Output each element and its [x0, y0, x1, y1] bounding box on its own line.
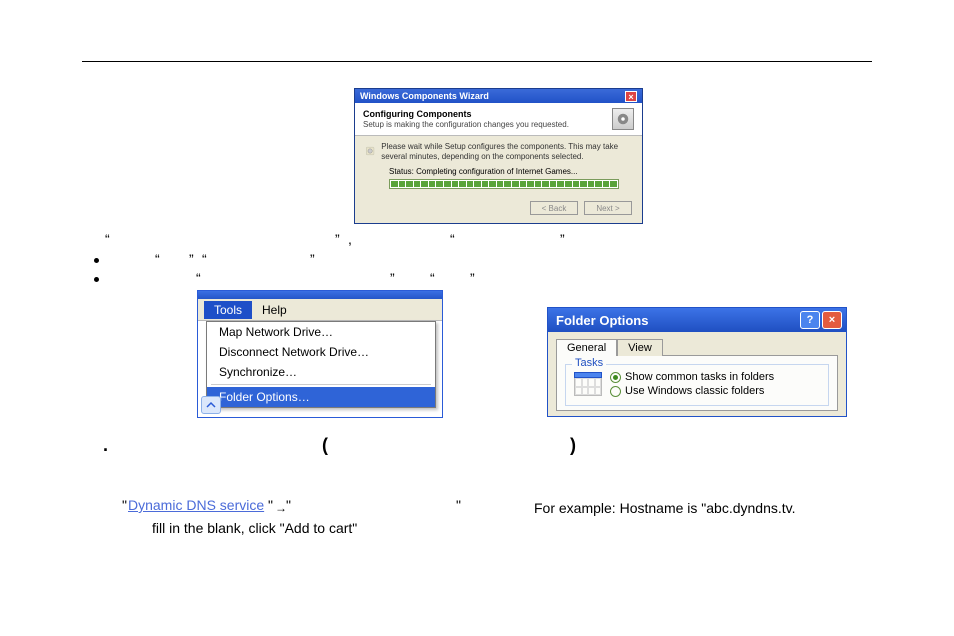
tools-menu-screenshot: Tools Help Map Network Drive… Disconnect…	[197, 290, 443, 418]
section-dot: .	[103, 435, 108, 456]
quote-mark: ”	[390, 270, 395, 286]
quote-mark: "	[456, 497, 461, 513]
tab-strip: General View	[556, 338, 838, 355]
wizard-header: Configuring Components Setup is making t…	[355, 103, 642, 136]
folder-options-title: Folder Options	[556, 313, 648, 328]
progress-bar	[389, 179, 619, 189]
quote-mark: “	[196, 270, 201, 286]
paren-close: )	[570, 435, 576, 456]
chevron-up-icon[interactable]	[201, 396, 221, 414]
radio-label-common: Show common tasks in folders	[625, 371, 774, 383]
close-icon[interactable]: ×	[625, 91, 637, 102]
radio-classic-folders[interactable]: Use Windows classic folders	[610, 385, 774, 397]
menu-item-synchronize[interactable]: Synchronize…	[207, 362, 435, 382]
folder-tasks-icon	[574, 372, 602, 396]
close-icon[interactable]: ×	[822, 311, 842, 329]
radio-icon	[610, 386, 621, 397]
radio-common-tasks[interactable]: Show common tasks in folders	[610, 371, 774, 383]
menu-separator	[211, 384, 431, 385]
status-label: Status:	[389, 167, 414, 176]
quote-mark: "	[268, 497, 273, 513]
quote-mark: ”	[560, 231, 565, 247]
quote-mark: “	[430, 270, 435, 286]
wizard-status: Status: Completing configuration of Inte…	[389, 167, 632, 176]
tools-menu-button[interactable]: Tools	[204, 301, 252, 319]
next-button[interactable]: Next >	[584, 201, 632, 215]
wizard-desc: Please wait while Setup configures the c…	[381, 142, 632, 161]
example-text: For example: Hostname is "abc.dyndns.tv.	[534, 500, 796, 516]
wizard-title-text: Windows Components Wizard	[360, 91, 489, 101]
help-icon[interactable]: ?	[800, 311, 820, 329]
wizard-subheading: Setup is making the configuration change…	[363, 120, 569, 129]
help-menu-button[interactable]: Help	[254, 301, 295, 319]
wizard-body: Please wait while Setup configures the c…	[355, 136, 642, 195]
quote-mark: “	[105, 231, 110, 247]
tab-view[interactable]: View	[617, 339, 663, 356]
radio-label-classic: Use Windows classic folders	[625, 385, 764, 397]
quote-mark: “	[450, 231, 455, 247]
bullet-icon	[94, 277, 99, 282]
comma: ,	[348, 231, 352, 247]
folder-options-titlebar: Folder Options ? ×	[548, 308, 846, 332]
wizard-heading: Configuring Components	[363, 109, 569, 119]
quote-mark: “	[155, 251, 160, 267]
quote-mark: "	[286, 497, 291, 513]
wizard-dialog: Windows Components Wizard × Configuring …	[354, 88, 643, 224]
wizard-buttons: < Back Next >	[355, 195, 642, 221]
folder-options-body: General View Tasks Show common tasks in …	[548, 332, 846, 417]
menu-item-folder-options[interactable]: Folder Options…	[207, 387, 435, 407]
tab-general[interactable]: General	[556, 339, 617, 356]
menu-item-disconnect-drive[interactable]: Disconnect Network Drive…	[207, 342, 435, 362]
back-button[interactable]: < Back	[530, 201, 578, 215]
window-titlebar-strip	[198, 291, 442, 299]
paren-open: (	[322, 435, 328, 456]
tab-pane-general: Tasks Show common tasks in folders	[556, 355, 838, 411]
quote-mark: ”	[189, 251, 194, 267]
folder-options-dialog: Folder Options ? × General View Tasks	[547, 307, 847, 417]
tasks-legend: Tasks	[572, 357, 606, 369]
cd-icon	[612, 108, 634, 130]
quote-mark: ”	[310, 251, 315, 267]
radio-icon	[610, 372, 621, 383]
fill-blank-text: fill in the blank, click "Add to cart"	[152, 520, 357, 536]
quote-mark: ”	[470, 270, 475, 286]
bullet-icon	[94, 258, 99, 263]
status-value: Completing configuration of Internet Gam…	[416, 167, 577, 176]
tools-dropdown: Map Network Drive… Disconnect Network Dr…	[206, 321, 436, 408]
quote-mark: "	[122, 497, 127, 513]
menu-item-map-drive[interactable]: Map Network Drive…	[207, 322, 435, 342]
dynamic-dns-link[interactable]: Dynamic DNS service	[128, 497, 264, 513]
tasks-fieldset: Tasks Show common tasks in folders	[565, 364, 829, 406]
menubar: Tools Help	[198, 299, 442, 321]
quote-mark: ”	[335, 231, 340, 247]
wizard-titlebar: Windows Components Wizard ×	[355, 89, 642, 103]
quote-mark: “	[202, 251, 207, 267]
gear-icon	[365, 142, 375, 160]
horizontal-rule	[82, 61, 872, 62]
